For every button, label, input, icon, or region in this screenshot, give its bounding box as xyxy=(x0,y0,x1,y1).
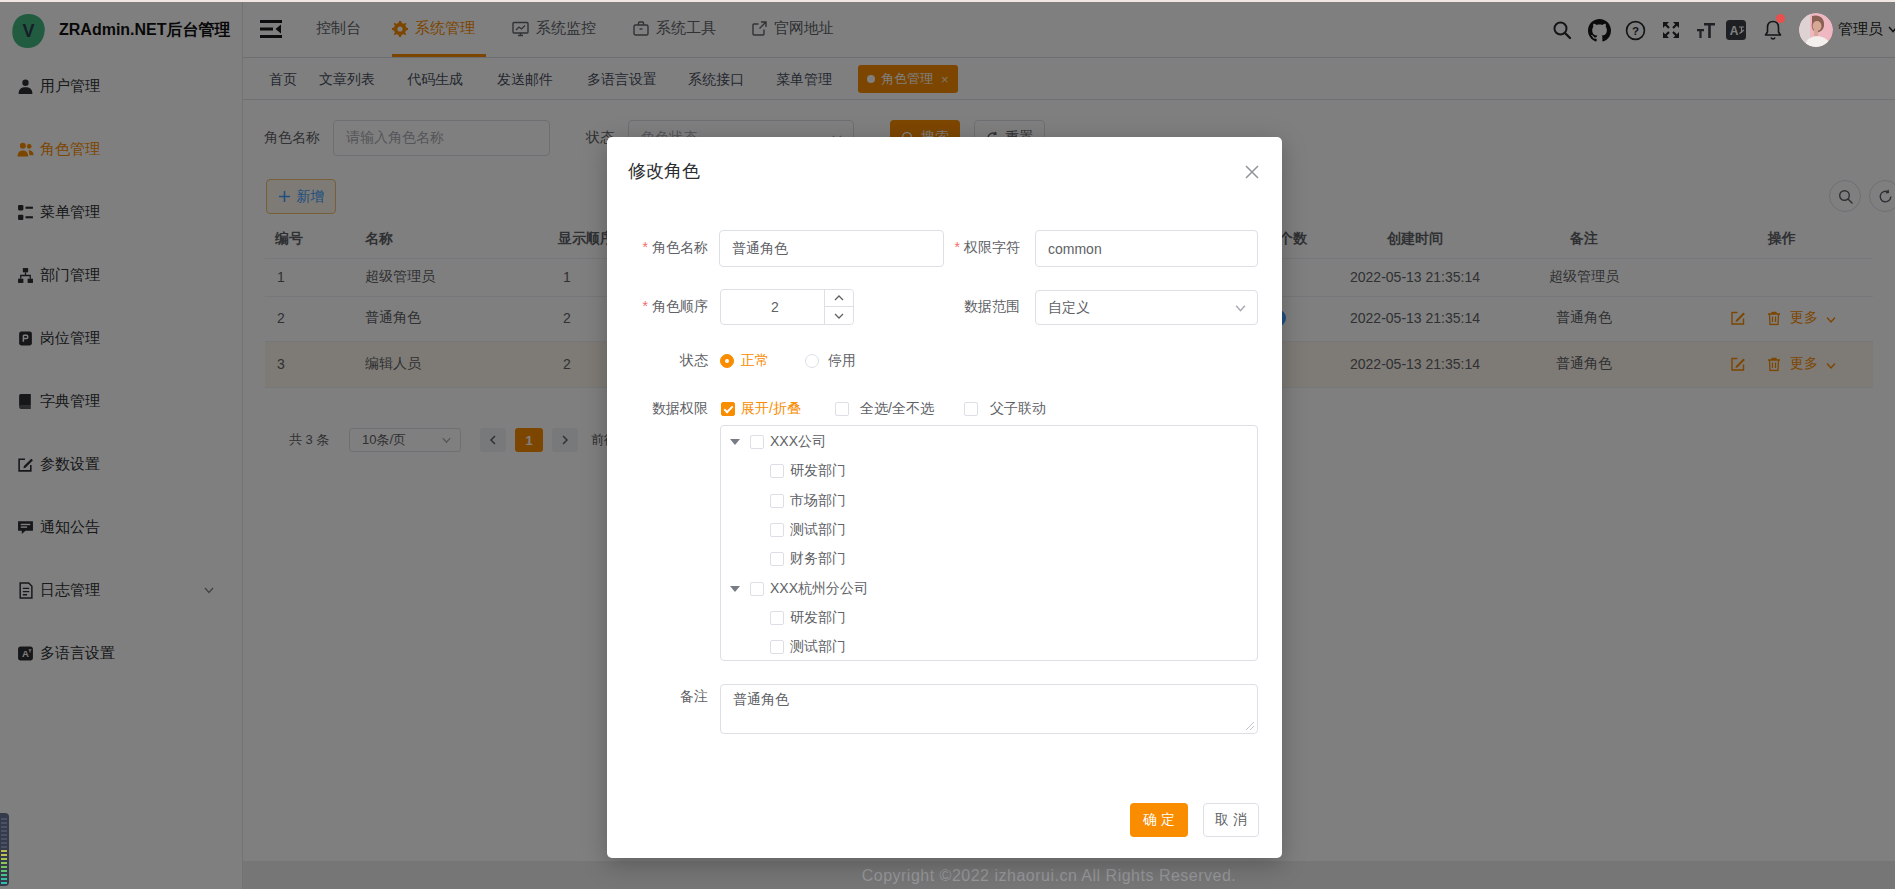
edit-role-dialog: 修改角色 *角色名称 普通角色 *权限字符 common *角色顺序 2 数据范… xyxy=(607,137,1282,858)
role-order-stepper[interactable]: 2 xyxy=(720,289,854,325)
notification-badge xyxy=(1776,14,1785,23)
tree-node[interactable]: 测试部门 xyxy=(721,515,1257,544)
radio-disabled[interactable] xyxy=(805,354,819,368)
label-text: 权限字符 xyxy=(964,239,1020,255)
data-scope-label: 数据范围 xyxy=(964,298,1020,316)
checkbox-parent-child-label[interactable]: 父子联动 xyxy=(990,400,1046,418)
role-name-field[interactable]: 普通角色 xyxy=(719,230,944,267)
chevron-down-icon xyxy=(1234,301,1247,314)
label-text: 角色顺序 xyxy=(652,298,708,314)
tree-checkbox[interactable] xyxy=(770,552,784,566)
tree-checkbox[interactable] xyxy=(770,611,784,625)
tree-checkbox[interactable] xyxy=(770,640,784,654)
field-value: 普通角色 xyxy=(732,240,788,258)
field-value: 自定义 xyxy=(1048,299,1090,317)
tree-node-label[interactable]: 测试部门 xyxy=(790,638,846,656)
required-asterisk: * xyxy=(643,298,648,314)
tree-node[interactable]: 财务部门 xyxy=(721,544,1257,573)
tree-node-label[interactable]: 测试部门 xyxy=(790,521,846,539)
tree-caret-icon[interactable] xyxy=(730,586,740,592)
tree-node-label[interactable]: XXX公司 xyxy=(770,433,826,451)
avatar[interactable] xyxy=(1799,13,1833,47)
remark-textarea[interactable]: 普通角色 xyxy=(720,684,1258,734)
radio-disabled-label[interactable]: 停用 xyxy=(828,352,856,370)
status-label: 状态 xyxy=(680,352,708,370)
checkbox-select-all[interactable] xyxy=(835,402,849,416)
tree-node[interactable]: 研发部门 xyxy=(721,603,1257,632)
tree-node-label[interactable]: 研发部门 xyxy=(790,609,846,627)
tree-node[interactable]: XXX杭州分公司 xyxy=(721,574,1257,603)
tree-checkbox[interactable] xyxy=(750,582,764,596)
confirm-button[interactable]: 确 定 xyxy=(1130,803,1188,837)
role-name-label: *角色名称 xyxy=(643,239,708,257)
copyright: Copyright ©2022 izhaorui.cn All Rights R… xyxy=(862,867,1237,885)
tree-node-label[interactable]: 财务部门 xyxy=(790,550,846,568)
screen: V ZRAdmin.NET后台管理 用户管理 角色管理 菜单管理 部门管理 岗位… xyxy=(0,0,1895,889)
role-order-label: *角色顺序 xyxy=(643,298,708,316)
tree-checkbox[interactable] xyxy=(750,435,764,449)
tree-checkbox[interactable] xyxy=(770,464,784,478)
checkbox-select-all-label[interactable]: 全选/全不选 xyxy=(860,400,934,418)
cancel-button[interactable]: 取 消 xyxy=(1203,803,1259,837)
field-value: common xyxy=(1048,241,1102,257)
increment-button[interactable] xyxy=(825,290,853,307)
remark-label: 备注 xyxy=(680,688,708,706)
close-icon[interactable] xyxy=(1243,163,1261,181)
tree-node-label[interactable]: 市场部门 xyxy=(790,492,846,510)
resize-grip[interactable] xyxy=(1246,722,1254,730)
decrement-button[interactable] xyxy=(825,307,853,324)
checkbox-expand-label[interactable]: 展开/折叠 xyxy=(741,400,801,418)
field-value: 2 xyxy=(771,299,779,315)
tree-node-label[interactable]: 研发部门 xyxy=(790,462,846,480)
required-asterisk: * xyxy=(643,239,648,255)
tree-checkbox[interactable] xyxy=(770,523,784,537)
role-key-field[interactable]: common xyxy=(1035,230,1258,267)
dept-tree: XXX公司 研发部门 市场部门 测试部门 财务部门 XXX杭州分公司 xyxy=(720,425,1258,661)
role-key-label: *权限字符 xyxy=(955,239,1020,257)
stepper-controls xyxy=(824,290,853,324)
tree-node[interactable]: XXX公司 xyxy=(721,427,1257,456)
data-perm-label: 数据权限 xyxy=(652,400,708,418)
tree-node[interactable]: 测试部门 xyxy=(721,632,1257,661)
field-value: 普通角色 xyxy=(733,691,789,709)
tree-node-label[interactable]: XXX杭州分公司 xyxy=(770,580,868,598)
dialog-title: 修改角色 xyxy=(628,159,700,183)
label-text: 角色名称 xyxy=(652,239,708,255)
radio-normal[interactable] xyxy=(720,354,734,368)
tree-caret-icon[interactable] xyxy=(730,439,740,445)
tree-node[interactable]: 研发部门 xyxy=(721,456,1257,485)
window-top-strip xyxy=(0,0,1895,2)
checkbox-expand[interactable] xyxy=(721,402,735,416)
radio-normal-label[interactable]: 正常 xyxy=(741,352,769,370)
data-scope-select[interactable]: 自定义 xyxy=(1035,290,1258,325)
minimap-widget xyxy=(0,813,9,886)
tree-checkbox[interactable] xyxy=(770,494,784,508)
required-asterisk: * xyxy=(955,239,960,255)
checkbox-parent-child[interactable] xyxy=(964,402,978,416)
tree-node[interactable]: 市场部门 xyxy=(721,486,1257,515)
